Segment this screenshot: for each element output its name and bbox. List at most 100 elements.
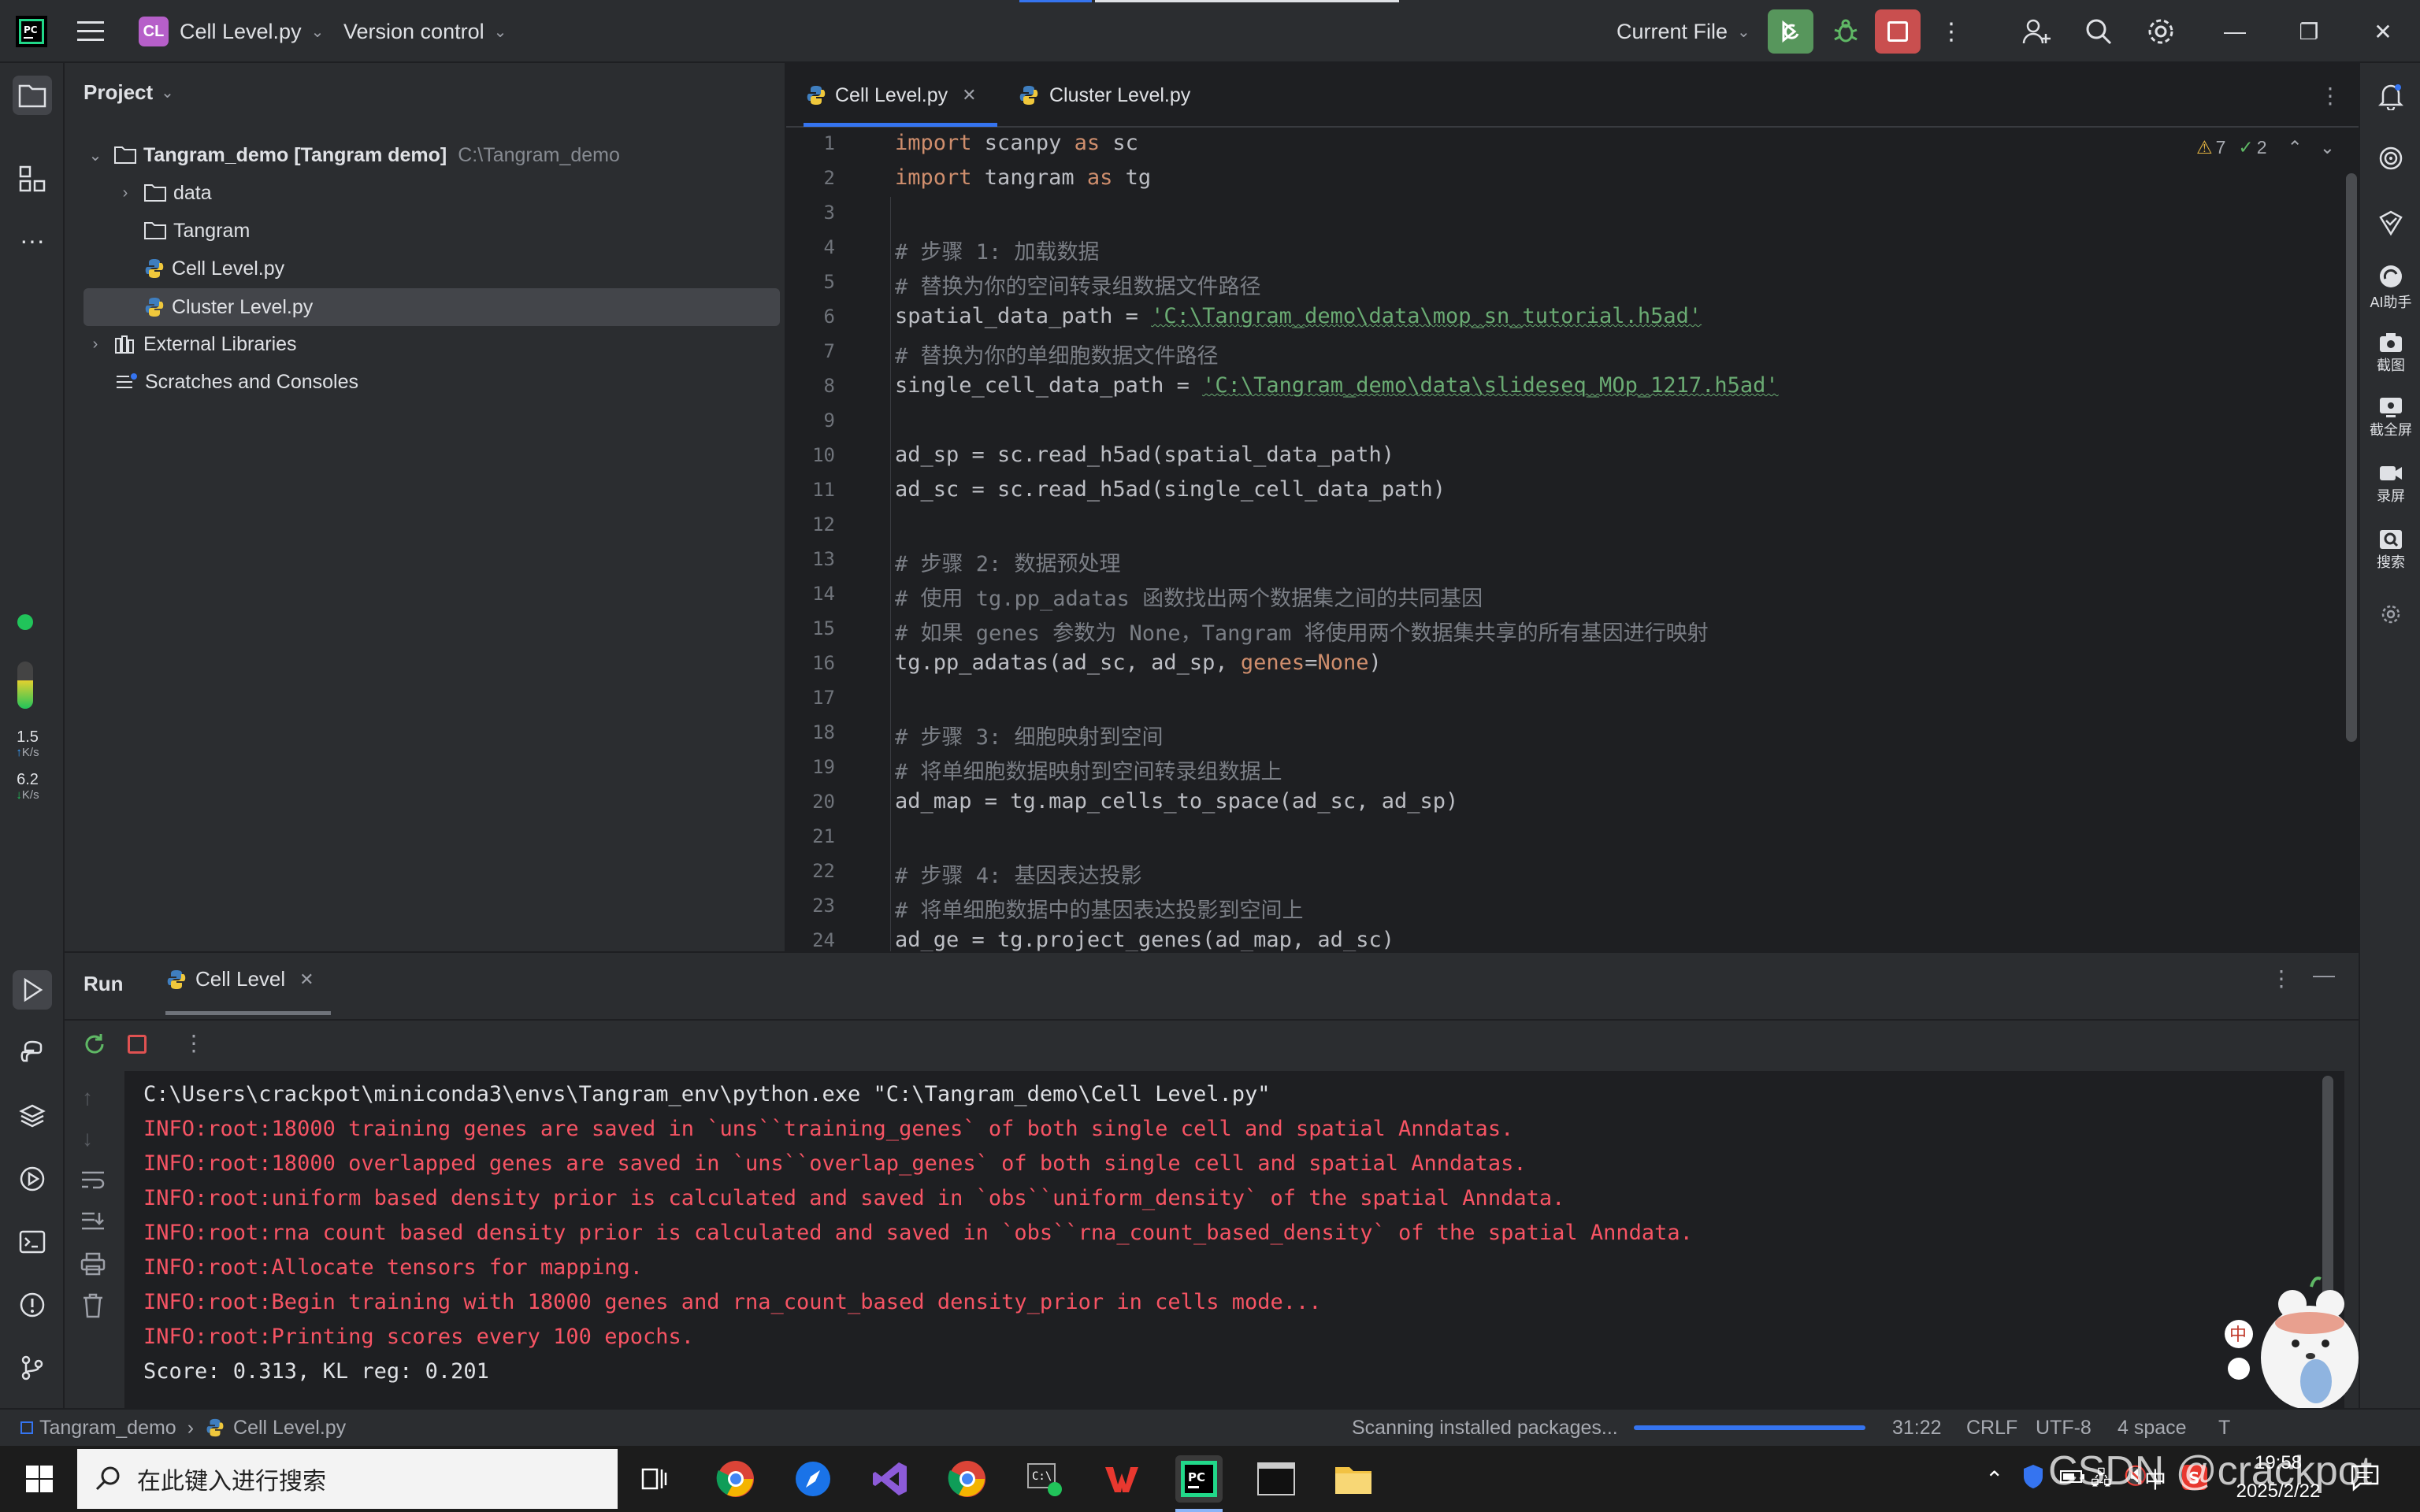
background-task-text[interactable]: Scanning installed packages...: [1352, 1410, 1618, 1446]
scroll-up-icon[interactable]: ↑: [82, 1085, 93, 1110]
run-panel-options-icon[interactable]: ⋮: [2270, 965, 2292, 991]
caret-position[interactable]: 31:22: [1892, 1410, 1942, 1446]
tab-cluster-level[interactable]: Cluster Level.py: [1018, 63, 1190, 128]
tree-item-data[interactable]: › data: [115, 175, 212, 211]
scroll-to-end-icon[interactable]: [80, 1210, 106, 1236]
settings-gear-icon: [2381, 605, 2400, 624]
code-line-1: import scanpy as sc: [895, 131, 1138, 155]
git-tool-button[interactable]: [13, 1348, 52, 1388]
print-icon[interactable]: [80, 1252, 106, 1280]
editor-scrollbar[interactable]: [2346, 173, 2357, 742]
run-config-selector[interactable]: Current File ⌄: [1616, 0, 1750, 63]
more-tools-icon[interactable]: ···: [13, 220, 52, 260]
line-ending[interactable]: CRLF: [1966, 1410, 2017, 1446]
close-tab-icon[interactable]: ✕: [299, 969, 314, 990]
project-panel-title: Project: [84, 80, 154, 104]
screen-record-button[interactable]: 录屏: [2360, 461, 2420, 506]
structure-tool-button[interactable]: [13, 159, 52, 198]
security-shield-icon[interactable]: [2021, 1463, 2045, 1494]
wps-taskbar-icon[interactable]: [1098, 1455, 1145, 1503]
tree-scratches-consoles[interactable]: Scratches and Consoles: [115, 364, 358, 400]
indent-setting[interactable]: 4 space: [2118, 1410, 2187, 1446]
version-control-menu[interactable]: Version control ⌄: [343, 0, 507, 63]
pycharm-taskbar-icon[interactable]: PC: [1175, 1455, 1223, 1503]
terminal-tool-button[interactable]: [13, 1222, 52, 1262]
file-explorer-taskbar-icon[interactable]: [1330, 1455, 1377, 1503]
trash-icon[interactable]: [82, 1293, 104, 1322]
tab-options-icon[interactable]: ⋮: [2319, 63, 2341, 128]
feishu-taskbar-icon[interactable]: [789, 1455, 837, 1503]
project-tool-button[interactable]: [13, 76, 52, 115]
chrome-taskbar-icon-2[interactable]: [944, 1455, 991, 1503]
ai-assistant-swirl-button[interactable]: [2360, 145, 2420, 172]
code-line-5: # 替换为你的空间转录组数据文件路径: [895, 275, 1261, 299]
notifications-button[interactable]: [2360, 82, 2420, 110]
restore-button[interactable]: ❐: [2272, 0, 2346, 63]
project-switcher[interactable]: CL Cell Level.py ⌄: [139, 0, 324, 63]
taskbar-search-box[interactable]: 在此键入进行搜索: [77, 1449, 618, 1509]
code-editor: Cell Level.py ✕ Cluster Level.py ⋮ ⚠ 7 ✓…: [786, 63, 2362, 951]
services-tool-button[interactable]: [13, 1159, 52, 1199]
tree-item-tangram[interactable]: Tangram: [143, 213, 250, 249]
python-file-icon: [206, 1418, 224, 1437]
run-console-output[interactable]: C:\Users\crackpot\miniconda3\envs\Tangra…: [124, 1071, 2344, 1410]
stop-run-icon[interactable]: [128, 1035, 147, 1054]
indent-suffix: T: [2218, 1416, 2231, 1439]
windows-start-button[interactable]: [16, 1455, 63, 1503]
search-icon[interactable]: [2084, 0, 2113, 63]
hide-panel-icon[interactable]: —: [2313, 962, 2335, 988]
rerun-button[interactable]: [1768, 9, 1813, 54]
console-line: C:\Users\crackpot\miniconda3\envs\Tangra…: [143, 1082, 1271, 1106]
console-line: INFO:root:rna count based density prior …: [143, 1221, 1693, 1245]
tray-chevron-up-icon[interactable]: ⌃: [1985, 1466, 2003, 1492]
console-taskbar-icon[interactable]: [1253, 1455, 1300, 1503]
add-user-icon[interactable]: [2021, 0, 2051, 63]
ai-helper-button[interactable]: AI助手: [2360, 263, 2420, 312]
image-search-icon: [2380, 530, 2402, 549]
breadcrumb[interactable]: Tangram_demo › Cell Level.py: [20, 1410, 346, 1446]
close-window-button[interactable]: ✕: [2346, 0, 2420, 63]
pycharm-logo-icon[interactable]: PC: [16, 0, 47, 63]
shield-check-button[interactable]: [2360, 209, 2420, 236]
problems-tool-button[interactable]: [13, 1285, 52, 1325]
debug-button[interactable]: [1823, 9, 1869, 54]
terminal-taskbar-icon[interactable]: C:\: [1021, 1455, 1068, 1503]
run-config-label: Current File: [1616, 19, 1728, 43]
tree-external-libraries[interactable]: › External Libraries: [85, 326, 297, 362]
visual-studio-taskbar-icon[interactable]: [867, 1455, 914, 1503]
minimize-button[interactable]: —: [2198, 0, 2272, 63]
layers-tool-button[interactable]: [13, 1096, 52, 1136]
scroll-down-icon[interactable]: ↓: [82, 1126, 93, 1151]
tree-root-tangram-demo[interactable]: ⌄ Tangram_demo [Tangram demo] C:\Tangram…: [85, 137, 620, 173]
screenshot-button[interactable]: 截图: [2360, 331, 2420, 375]
close-tab-icon[interactable]: ✕: [962, 85, 976, 106]
stop-button[interactable]: [1875, 9, 1921, 54]
settings-gear-icon[interactable]: [2146, 0, 2176, 63]
tree-item-cell-level[interactable]: Cell Level.py: [143, 250, 284, 287]
file-encoding[interactable]: UTF-8: [2036, 1410, 2092, 1446]
more-options-icon[interactable]: ⋮: [1939, 0, 1963, 63]
right-tool-strip: AI助手 截图 截全屏 录屏 搜索: [2359, 63, 2420, 1408]
shield-icon: [2379, 210, 2403, 236]
python-packages-button[interactable]: [13, 1033, 52, 1073]
chrome-taskbar-icon[interactable]: [712, 1455, 759, 1503]
run-tab-cell-level[interactable]: Cell Level ✕: [165, 967, 314, 991]
soft-wrap-icon[interactable]: [80, 1169, 106, 1195]
project-panel: Project ⌄ ⌄ Tangram_demo [Tangram demo] …: [65, 63, 786, 951]
code-area[interactable]: import scanpy as sc import tangram as tg…: [786, 128, 2330, 951]
task-view-button[interactable]: [630, 1455, 677, 1503]
tree-item-cluster-level[interactable]: Cluster Level.py: [143, 289, 313, 325]
fullscreen-screenshot-button[interactable]: 截全屏: [2360, 395, 2420, 439]
rerun-run-button[interactable]: [82, 1032, 107, 1061]
run-tool-window: Run Cell Level ✕ ⋮ — ⋮ ↑ ↓ C:\Users\crac…: [65, 951, 2359, 1410]
tab-cell-level[interactable]: Cell Level.py ✕: [805, 63, 977, 128]
strip-settings-button[interactable]: [2360, 603, 2420, 625]
run-tool-button[interactable]: [13, 970, 52, 1010]
image-search-button[interactable]: 搜索: [2360, 528, 2420, 572]
console-line: INFO:root:18000 training genes are saved…: [143, 1117, 1514, 1141]
ai-helper-icon: [2380, 265, 2402, 287]
bug-icon: [1834, 19, 1858, 43]
project-panel-header[interactable]: Project ⌄: [84, 80, 174, 105]
run-toolbar-more-icon[interactable]: ⋮: [183, 1030, 205, 1056]
main-menu-icon[interactable]: [77, 0, 104, 63]
